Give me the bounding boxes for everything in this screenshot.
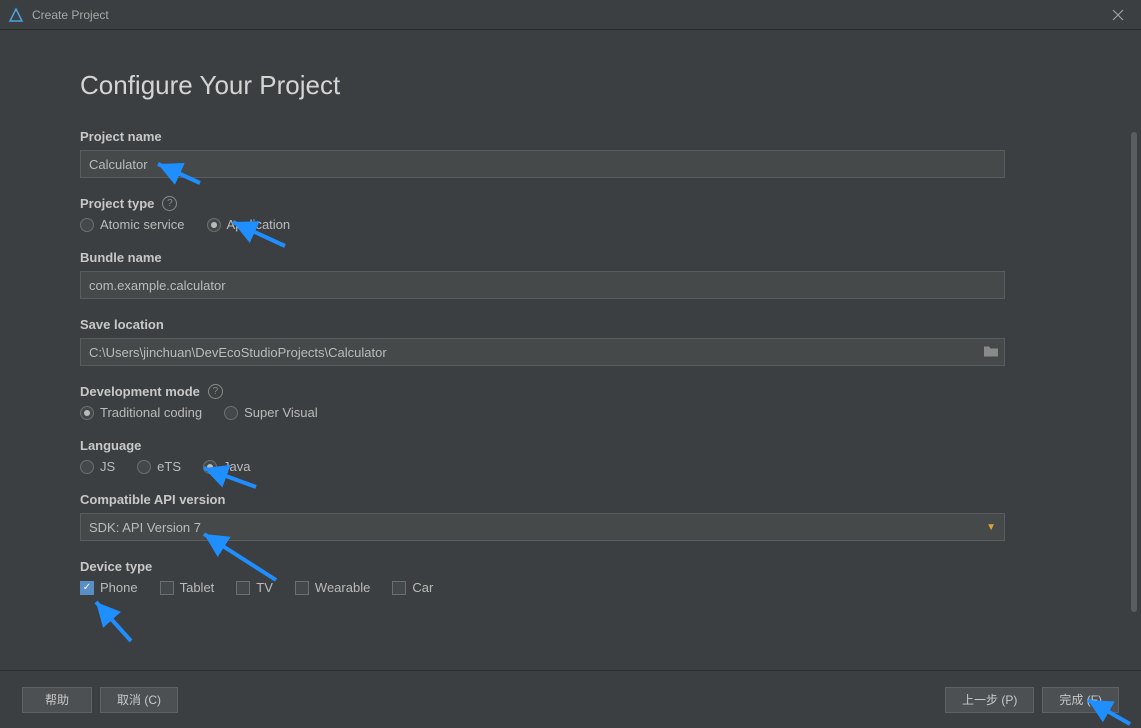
language-radios: JS eTS Java [80,459,1061,474]
bundle-name-label: Bundle name [80,250,1061,265]
check-tv[interactable]: TV [236,580,273,595]
project-name-label: Project name [80,129,1061,144]
previous-button[interactable]: 上一步 (P) [945,687,1034,713]
project-type-label: Project type ? [80,196,1061,211]
radio-atomic-service[interactable]: Atomic service [80,217,185,232]
save-location-label: Save location [80,317,1061,332]
close-button[interactable] [1103,0,1133,30]
help-button[interactable]: 帮助 [22,687,92,713]
check-wearable[interactable]: Wearable [295,580,370,595]
check-tablet[interactable]: Tablet [160,580,215,595]
cancel-button[interactable]: 取消 (C) [100,687,178,713]
radio-application[interactable]: Application [207,217,291,232]
radio-super-visual[interactable]: Super Visual [224,405,317,420]
app-logo-icon [8,7,24,23]
dev-mode-label: Development mode ? [80,384,1061,399]
check-car[interactable]: Car [392,580,433,595]
api-version-label: Compatible API version [80,492,1061,507]
finish-button[interactable]: 完成 (F) [1042,687,1119,713]
content-area: Configure Your Project Project name Proj… [0,30,1141,670]
dev-mode-radios: Traditional coding Super Visual [80,405,1061,420]
radio-java[interactable]: Java [203,459,250,474]
check-phone[interactable]: Phone [80,580,138,595]
save-location-input[interactable] [80,338,1005,366]
chevron-down-icon: ▼ [986,522,996,533]
page-heading: Configure Your Project [80,70,1061,101]
browse-folder-icon[interactable] [983,344,999,361]
device-type-label: Device type [80,559,1061,574]
language-label: Language [80,438,1061,453]
project-name-input[interactable] [80,150,1005,178]
bundle-name-input[interactable] [80,271,1005,299]
device-type-checks: Phone Tablet TV Wearable Car [80,580,1061,595]
titlebar: Create Project [0,0,1141,30]
radio-traditional-coding[interactable]: Traditional coding [80,405,202,420]
scrollbar[interactable] [1131,132,1137,612]
help-icon[interactable]: ? [162,196,177,211]
radio-ets[interactable]: eTS [137,459,181,474]
api-version-select[interactable]: SDK: API Version 7 ▼ [80,513,1005,541]
window-title: Create Project [32,8,109,22]
project-type-radios: Atomic service Application [80,217,1061,232]
radio-js[interactable]: JS [80,459,115,474]
help-icon[interactable]: ? [208,384,223,399]
footer: 帮助 取消 (C) 上一步 (P) 完成 (F) [0,670,1141,728]
